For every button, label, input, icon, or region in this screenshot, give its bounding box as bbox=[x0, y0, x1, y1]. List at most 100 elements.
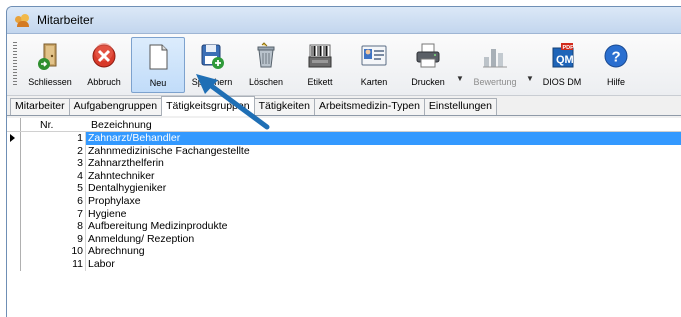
svg-text:QM: QM bbox=[556, 54, 574, 66]
table-row[interactable]: 7 Hygiene bbox=[7, 207, 681, 221]
tab-einstellungen[interactable]: Einstellungen bbox=[423, 98, 497, 115]
table-row[interactable]: 11 Labor bbox=[7, 257, 681, 271]
save-icon bbox=[197, 41, 227, 71]
contact-card-icon bbox=[359, 41, 389, 71]
cell-nr[interactable]: 9 bbox=[21, 233, 85, 246]
close-button-label: Schliessen bbox=[28, 77, 72, 87]
cell-nr[interactable]: 10 bbox=[21, 245, 85, 258]
help-button-label: Hilfe bbox=[606, 77, 625, 87]
tab-mitarbeiter[interactable]: Mitarbeiter bbox=[10, 98, 70, 115]
qm-pdf-icon: QM PDF bbox=[547, 41, 577, 71]
rating-chart-icon bbox=[480, 41, 510, 71]
people-app-icon bbox=[15, 13, 31, 27]
cell-nr[interactable]: 6 bbox=[21, 195, 85, 208]
row-selector[interactable] bbox=[7, 132, 21, 145]
row-selector[interactable] bbox=[7, 232, 21, 246]
title-bar: Mitarbeiter bbox=[7, 7, 681, 34]
cell-bezeichnung[interactable]: Aufbereitung Medizinprodukte bbox=[85, 220, 681, 233]
table-row[interactable]: 10 Abrechnung bbox=[7, 245, 681, 258]
cell-bezeichnung[interactable]: Dentalhygieniker bbox=[85, 182, 681, 195]
data-grid: Nr. Bezeichnung 1 Zahnarzt/Behandler 2 Zahn… bbox=[7, 118, 681, 317]
printer-icon bbox=[413, 41, 443, 71]
barcode-label-icon bbox=[305, 41, 335, 71]
column-header-bezeichnung[interactable]: Bezeichnung bbox=[85, 118, 152, 131]
table-row[interactable]: 4 Zahntechniker bbox=[7, 169, 681, 183]
cell-bezeichnung[interactable]: Zahnmedizinische Fachangestellte bbox=[85, 144, 681, 158]
cell-nr[interactable]: 1 bbox=[21, 132, 85, 145]
toolbar-grip[interactable] bbox=[13, 42, 17, 86]
cell-bezeichnung[interactable]: Labor bbox=[85, 257, 681, 271]
table-row[interactable]: 3 Zahnarzthelferin bbox=[7, 157, 681, 170]
cancel-icon bbox=[89, 41, 119, 71]
grid-header: Nr. Bezeichnung bbox=[7, 118, 681, 132]
cell-bezeichnung[interactable]: Prophylaxe bbox=[85, 194, 681, 208]
cell-bezeichnung[interactable]: Zahntechniker bbox=[85, 169, 681, 183]
delete-button-label: Löschen bbox=[248, 77, 284, 87]
cards-button-label: Karten bbox=[360, 77, 388, 87]
tab-arbeitsmedizin-typen[interactable]: Arbeitsmedizin-Typen bbox=[313, 98, 425, 115]
cell-bezeichnung[interactable]: Hygiene bbox=[85, 207, 681, 221]
delete-button[interactable]: Löschen bbox=[239, 37, 293, 93]
cell-nr[interactable]: 8 bbox=[21, 220, 85, 233]
table-row[interactable]: 8 Aufbereitung Medizinprodukte bbox=[7, 220, 681, 233]
svg-text:PDF: PDF bbox=[563, 45, 575, 51]
cell-bezeichnung[interactable]: Anmeldung/ Rezeption bbox=[85, 232, 681, 246]
cell-nr[interactable]: 4 bbox=[21, 170, 85, 183]
new-button-label: Neu bbox=[149, 78, 167, 88]
cancel-button[interactable]: Abbruch bbox=[77, 37, 131, 93]
cell-bezeichnung[interactable]: Zahnarzthelferin bbox=[85, 157, 681, 170]
row-selector[interactable] bbox=[7, 169, 21, 183]
row-selector[interactable] bbox=[7, 207, 21, 221]
tab-taetigkeiten[interactable]: Tätigkeiten bbox=[253, 98, 315, 115]
tab-aufgabengruppen[interactable]: Aufgabengruppen bbox=[68, 98, 163, 115]
rating-dropdown-arrow[interactable]: ▼ bbox=[525, 74, 535, 83]
cell-nr[interactable]: 2 bbox=[21, 145, 85, 158]
toolbar: Schliessen Abbruch Neu Speichern Löschen… bbox=[7, 34, 681, 96]
table-row[interactable]: 9 Anmeldung/ Rezeption bbox=[7, 232, 681, 246]
window-title: Mitarbeiter bbox=[37, 13, 94, 27]
tab-taetigkeitsgruppen[interactable]: Tätigkeitsgruppen bbox=[161, 96, 255, 116]
cancel-button-label: Abbruch bbox=[87, 77, 121, 87]
exit-door-icon bbox=[35, 41, 65, 71]
cell-bezeichnung[interactable]: Zahnarzt/Behandler bbox=[85, 132, 681, 145]
column-header-nr[interactable]: Nr. bbox=[21, 118, 85, 131]
row-selector[interactable] bbox=[7, 144, 21, 158]
row-selector[interactable] bbox=[7, 182, 21, 195]
row-selector-header bbox=[7, 118, 21, 131]
table-row[interactable]: 5 Dentalhygieniker bbox=[7, 182, 681, 195]
new-button[interactable]: Neu bbox=[131, 37, 185, 93]
help-button[interactable]: ? Hilfe bbox=[589, 37, 643, 93]
rating-button[interactable]: Bewertung bbox=[465, 37, 525, 93]
cell-bezeichnung[interactable]: Abrechnung bbox=[85, 245, 681, 258]
cell-nr[interactable]: 7 bbox=[21, 208, 85, 221]
print-dropdown-arrow[interactable]: ▼ bbox=[455, 74, 465, 83]
print-button-label: Drucken bbox=[411, 77, 445, 87]
row-selector[interactable] bbox=[7, 220, 21, 233]
row-selector[interactable] bbox=[7, 157, 21, 170]
dios-dm-button-label: DIOS DM bbox=[542, 77, 582, 87]
table-row[interactable]: 2 Zahnmedizinische Fachangestellte bbox=[7, 144, 681, 158]
close-button[interactable]: Schliessen bbox=[23, 37, 77, 93]
label-button-label: Etikett bbox=[307, 77, 333, 87]
cell-nr[interactable]: 3 bbox=[21, 157, 85, 170]
print-button[interactable]: Drucken bbox=[401, 37, 455, 93]
cards-button[interactable]: Karten bbox=[347, 37, 401, 93]
table-row[interactable]: 1 Zahnarzt/Behandler bbox=[7, 132, 681, 145]
cell-nr[interactable]: 11 bbox=[21, 258, 85, 271]
row-selector[interactable] bbox=[7, 194, 21, 208]
label-button[interactable]: Etikett bbox=[293, 37, 347, 93]
row-selector[interactable] bbox=[7, 257, 21, 271]
row-selector[interactable] bbox=[7, 245, 21, 258]
cell-nr[interactable]: 5 bbox=[21, 182, 85, 195]
tab-strip: Mitarbeiter Aufgabengruppen Tätigkeitsgr… bbox=[7, 96, 681, 116]
save-button[interactable]: Speichern bbox=[185, 37, 239, 93]
help-icon: ? bbox=[601, 41, 631, 71]
new-document-icon bbox=[143, 42, 173, 72]
current-row-indicator-icon bbox=[10, 134, 15, 142]
table-row[interactable]: 6 Prophylaxe bbox=[7, 194, 681, 208]
trash-icon bbox=[251, 41, 281, 71]
save-button-label: Speichern bbox=[191, 77, 233, 87]
svg-text:?: ? bbox=[612, 49, 621, 66]
rating-button-label: Bewertung bbox=[473, 77, 517, 87]
dios-dm-button[interactable]: QM PDF DIOS DM bbox=[535, 37, 589, 93]
